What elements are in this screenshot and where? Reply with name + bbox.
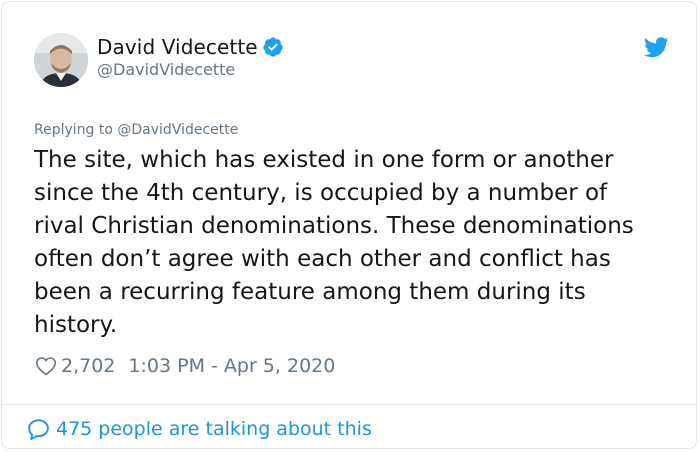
replying-prefix: Replying to [34,122,113,138]
tweet-timestamp[interactable]: 1:03 PM - Apr 5, 2020 [128,355,335,377]
like-count[interactable]: 2,702 [61,355,115,377]
author-handle[interactable]: @DavidVidecette [97,60,235,79]
divider [2,404,696,405]
conversation-link[interactable]: 475 people are talking about this [26,415,372,443]
twitter-bird-icon[interactable] [643,37,669,58]
speech-bubble-icon [26,417,51,442]
verified-badge-icon [262,36,284,58]
avatar[interactable] [34,33,88,87]
avatar-image [34,33,88,87]
author-name-row[interactable]: David Videcette [97,34,284,60]
heart-icon[interactable] [34,354,58,378]
tweet-meta: 2,702 1:03 PM - Apr 5, 2020 [34,352,335,380]
replying-handle-link[interactable]: @DavidVidecette [117,122,238,138]
tweet-card: David Videcette @DavidVidecette Replying… [1,1,697,449]
tweet-text: The site, which has existed in one form … [34,147,634,338]
talking-count[interactable]: 475 people are talking about this [56,418,372,440]
author-name[interactable]: David Videcette [97,35,258,59]
replying-to: Replying to @DavidVidecette [34,122,238,138]
